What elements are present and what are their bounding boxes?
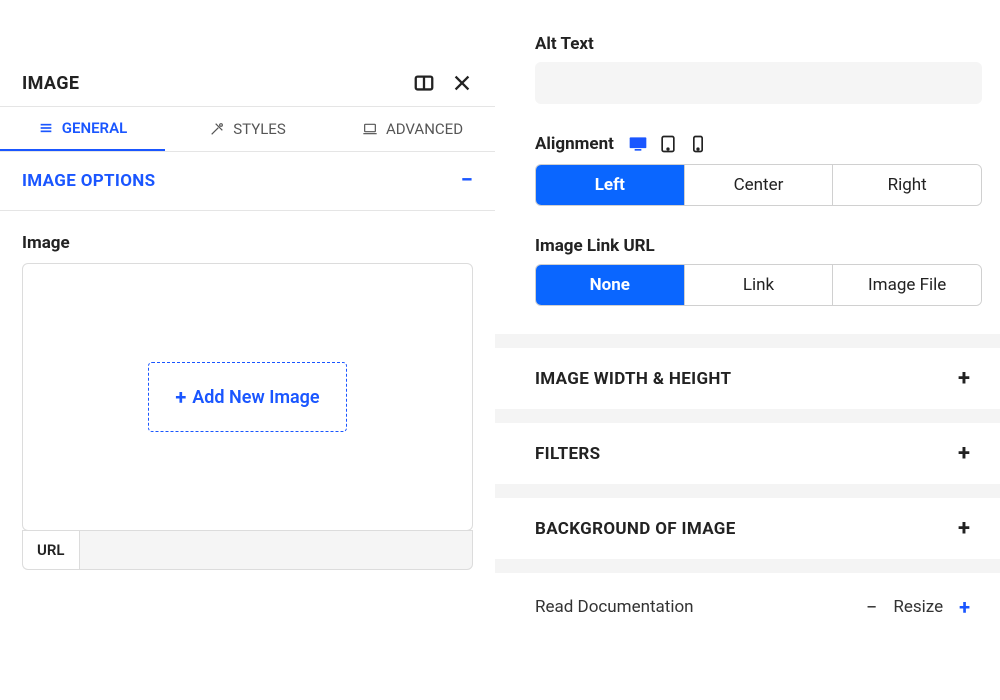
tab-label: ADVANCED <box>386 120 463 138</box>
mobile-icon[interactable] <box>688 134 708 154</box>
tab-label: STYLES <box>233 120 286 138</box>
alignment-label: Alignment <box>535 134 614 154</box>
tab-general[interactable]: GENERAL <box>0 107 165 151</box>
url-input[interactable] <box>79 530 474 570</box>
align-right-button[interactable]: Right <box>833 165 981 205</box>
accordion-filters[interactable]: FILTERS + <box>495 423 1000 484</box>
section-image-options[interactable]: IMAGE OPTIONS − <box>0 152 495 211</box>
image-link-label: Image Link URL <box>495 236 1000 264</box>
columns-icon[interactable] <box>413 72 435 94</box>
tab-styles[interactable]: STYLES <box>165 107 330 151</box>
section-title: IMAGE OPTIONS <box>22 171 155 191</box>
link-link-button[interactable]: Link <box>685 265 834 305</box>
url-prefix-label: URL <box>22 530 79 570</box>
link-none-button[interactable]: None <box>536 265 685 305</box>
image-picker[interactable]: + Add New Image <box>22 263 473 531</box>
laptop-icon <box>362 121 378 137</box>
alt-text-label: Alt Text <box>495 34 1000 62</box>
alt-text-input[interactable] <box>535 62 982 104</box>
accordion-title: IMAGE WIDTH & HEIGHT <box>535 369 731 389</box>
link-file-button[interactable]: Image File <box>833 265 981 305</box>
plus-icon: + <box>958 516 970 541</box>
resize-label: Resize <box>893 597 943 617</box>
align-left-button[interactable]: Left <box>536 165 685 205</box>
resize-increase-button[interactable]: + <box>959 595 970 619</box>
image-field-label: Image <box>0 211 495 263</box>
tablet-icon[interactable] <box>658 134 678 154</box>
design-tools-icon <box>209 121 225 137</box>
desktop-icon[interactable] <box>628 134 648 154</box>
accordion-width-height[interactable]: IMAGE WIDTH & HEIGHT + <box>495 348 1000 409</box>
plus-icon: + <box>958 366 970 391</box>
resize-decrease-button[interactable]: − <box>866 595 877 619</box>
menu-icon <box>38 120 54 136</box>
accordion-title: FILTERS <box>535 444 600 464</box>
tab-label: GENERAL <box>62 119 127 137</box>
panel-title: IMAGE <box>22 73 79 94</box>
add-image-button[interactable]: + Add New Image <box>148 362 346 432</box>
alignment-control: Left Center Right <box>535 164 982 206</box>
add-image-label: Add New Image <box>192 387 319 408</box>
align-center-button[interactable]: Center <box>685 165 834 205</box>
close-icon[interactable] <box>451 72 473 94</box>
accordion-title: BACKGROUND OF IMAGE <box>535 519 736 539</box>
plus-icon: + <box>175 385 186 409</box>
read-documentation-link[interactable]: Read Documentation <box>535 597 866 617</box>
minus-icon: − <box>461 170 473 192</box>
plus-icon: + <box>958 441 970 466</box>
image-link-control: None Link Image File <box>535 264 982 306</box>
tab-advanced[interactable]: ADVANCED <box>330 107 495 151</box>
accordion-background[interactable]: BACKGROUND OF IMAGE + <box>495 498 1000 559</box>
